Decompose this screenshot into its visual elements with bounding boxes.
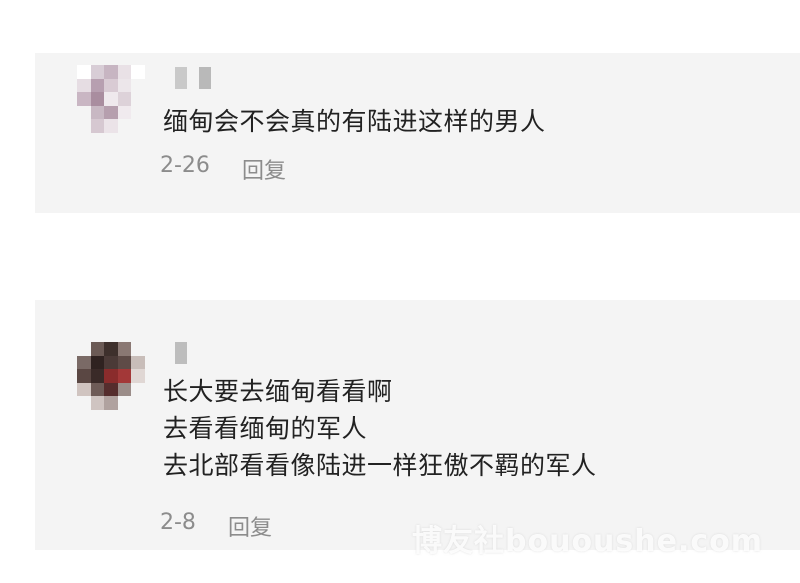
- reply-button[interactable]: 回复: [242, 153, 286, 185]
- username-blurred[interactable]: [175, 67, 211, 89]
- avatar[interactable]: [77, 65, 145, 133]
- username-blurred[interactable]: [175, 342, 187, 364]
- avatar[interactable]: [77, 342, 145, 410]
- comment-meta: 2-26 回复: [160, 153, 286, 185]
- comment-line: 去看看缅甸的军人: [163, 414, 368, 443]
- comment-line: 去北部看看像陆进一样狂傲不羁的军人: [163, 451, 597, 480]
- comment-line: 缅甸会不会真的有陆进这样的男人: [163, 107, 546, 136]
- comment-card: 长大要去缅甸看看啊 去看看缅甸的军人 去北部看看像陆进一样狂傲不羁的军人 2-8…: [35, 300, 800, 550]
- comment-card: 缅甸会不会真的有陆进这样的男人 2-26 回复: [35, 53, 800, 213]
- comment-line: 长大要去缅甸看看啊: [163, 377, 393, 406]
- watermark: 博友社bououshe.com: [412, 524, 764, 559]
- comment-date: 2-26: [160, 153, 210, 178]
- comment-text: 缅甸会不会真的有陆进这样的男人: [163, 106, 546, 143]
- comment-meta: 2-8 回复: [160, 510, 272, 542]
- comment-text: 长大要去缅甸看看啊 去看看缅甸的军人 去北部看看像陆进一样狂傲不羁的军人: [163, 376, 597, 487]
- reply-button[interactable]: 回复: [228, 510, 272, 542]
- comment-date: 2-8: [160, 510, 196, 535]
